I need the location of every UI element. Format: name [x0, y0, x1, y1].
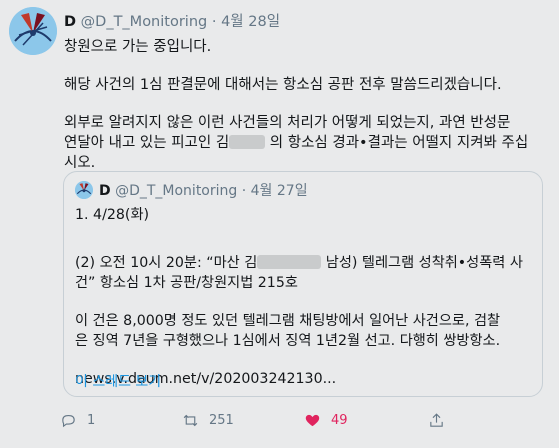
share-button[interactable] [428, 412, 445, 429]
redacted-name [229, 135, 266, 149]
avatar-logo-icon [75, 181, 93, 199]
quoted-line: 이 건은 8,000명 정도 있던 텔레그램 채팅방에서 일어난 사건으로, 검… [75, 313, 501, 329]
like-button[interactable]: 49 [304, 412, 348, 429]
separator-dot: · [241, 183, 247, 199]
tweet-header: D @D_T_Monitoring · 4월 28일 [64, 10, 280, 31]
quoted-author-name: D [99, 183, 111, 199]
tweet-paragraph: 해당 사건의 1심 판결문에 대해서는 항소심 공판 전후 말씀드리겠습니다. [64, 77, 502, 93]
quoted-line: 남성) 텔레그램 성착취•성폭력 사 [325, 255, 523, 271]
tweet-paragraph: 창원으로 가는 중입니다. [64, 39, 212, 55]
like-count: 49 [331, 413, 348, 428]
avatar-logo-icon [9, 7, 57, 55]
separator-dot: · [211, 14, 217, 30]
author-handle[interactable]: @D_T_Monitoring [81, 14, 208, 30]
quoted-line: 1. 4/28(화) [75, 207, 150, 223]
reply-icon [62, 414, 75, 428]
quoted-tweet[interactable]: D @D_T_Monitoring · 4월 27일 1. 4/28(화) (2… [63, 171, 543, 397]
quoted-author-handle: @D_T_Monitoring [115, 183, 238, 199]
quoted-line: (2) 오전 10시 20분: “마산 김 [75, 255, 258, 271]
show-thread-link[interactable]: 이 스레드 보기 [75, 371, 161, 391]
tweet-line: 연달아 내고 있는 피고인 김 [64, 135, 230, 151]
tweet-line: 시오. [64, 155, 96, 171]
reply-button[interactable]: 1 [60, 412, 95, 429]
tweet-date[interactable]: 4월 28일 [221, 14, 280, 30]
tweet-text: 창원으로 가는 중입니다. 해당 사건의 1심 판결문에 대해서는 항소심 공판… [64, 37, 544, 191]
heart-icon [305, 414, 320, 427]
quoted-header: D @D_T_Monitoring · 4월 27일 [99, 180, 308, 200]
quoted-date: 4월 27일 [250, 183, 308, 199]
quoted-line: 은 징역 7년을 구형했으나 1심에서 징역 1년2월 선고. 다행히 쌍방항소… [75, 333, 501, 349]
tweet-line: 외부로 알려지지 않은 이런 사건들의 처리가 어떻게 되었는지, 과연 반성문 [64, 115, 511, 131]
quoted-paragraph: (2) 오전 10시 20분: “마산 김 남성) 텔레그램 성착취•성폭력 사… [75, 253, 530, 293]
tweet-line: 의 항소심 경과•결과는 어떨지 지켜봐 주십 [269, 135, 529, 151]
tweet[interactable]: D @D_T_Monitoring · 4월 28일 창원으로 가는 중입니다.… [0, 0, 559, 448]
retweet-icon [183, 414, 198, 427]
quoted-paragraph: 이 건은 8,000명 정도 있던 텔레그램 채팅방에서 일어난 사건으로, 검… [75, 311, 530, 351]
quoted-author-avatar [75, 181, 93, 199]
tweet-paragraph: 외부로 알려지지 않은 이런 사건들의 처리가 어떻게 되었는지, 과연 반성문… [64, 113, 544, 173]
retweet-count: 251 [209, 413, 234, 428]
redacted-name [257, 255, 322, 269]
share-icon [430, 413, 443, 427]
retweet-button[interactable]: 251 [182, 412, 234, 429]
tweet-actions: 1 251 49 [60, 412, 540, 436]
reply-count: 1 [87, 413, 96, 428]
author-avatar[interactable] [9, 7, 57, 55]
author-name[interactable]: D [64, 14, 76, 30]
quoted-line: 건” 항소심 1차 공판/창원지법 215호 [75, 275, 298, 291]
